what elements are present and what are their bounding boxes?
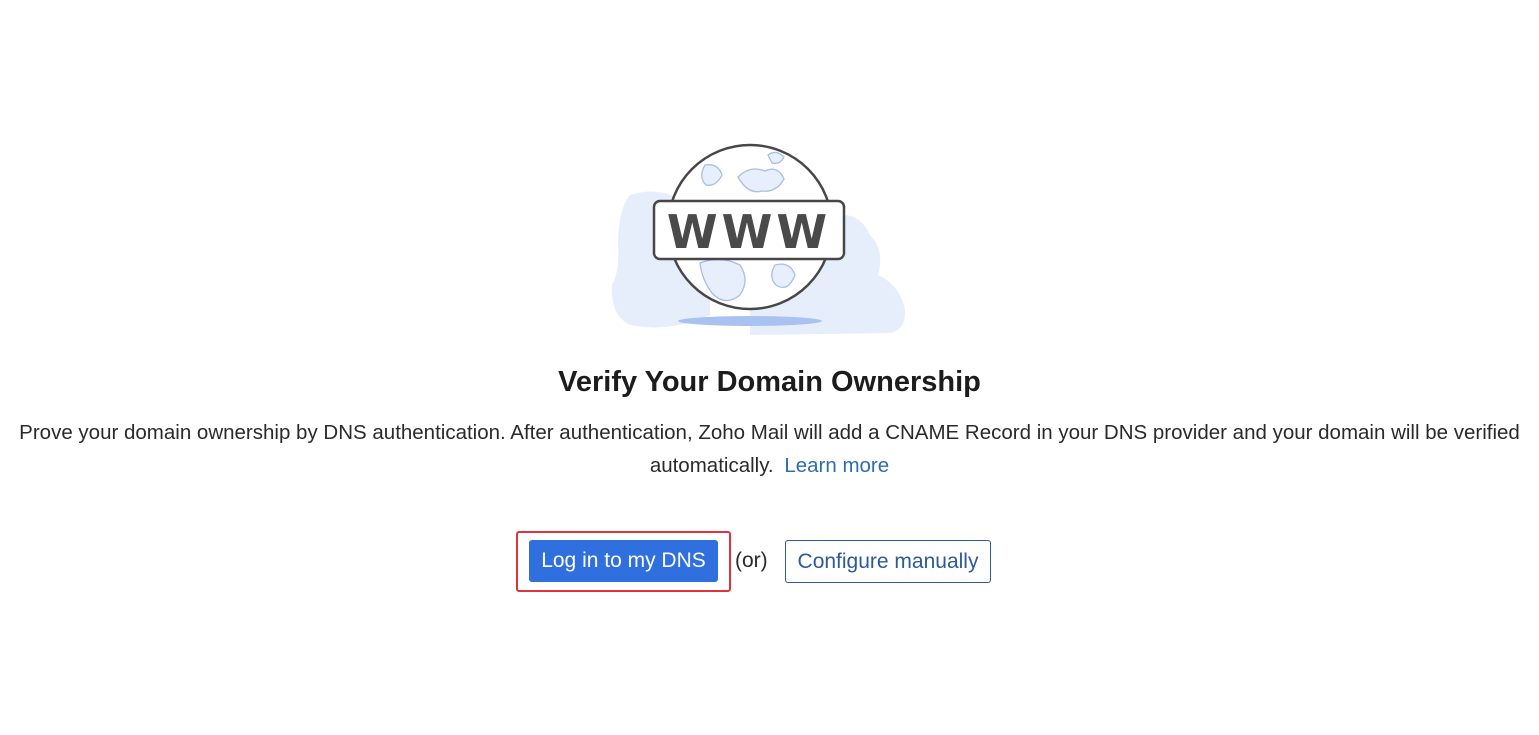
verify-domain-page: WWW Verify Your Domain Ownership Prove y…: [0, 0, 1539, 735]
description: Prove your domain ownership by DNS authe…: [0, 416, 1539, 482]
configure-manually-button[interactable]: Configure manually: [785, 540, 991, 583]
description-text: Prove your domain ownership by DNS authe…: [19, 421, 1520, 477]
globe-www-icon: WWW: [611, 143, 906, 335]
learn-more-link[interactable]: Learn more: [784, 454, 889, 477]
page-title: Verify Your Domain Ownership: [558, 366, 981, 398]
action-row: Log in to my DNS (or) Configure manually: [0, 530, 1539, 592]
login-dns-button[interactable]: Log in to my DNS: [529, 540, 718, 582]
www-label: WWW: [667, 205, 831, 259]
or-separator: (or): [735, 549, 768, 572]
